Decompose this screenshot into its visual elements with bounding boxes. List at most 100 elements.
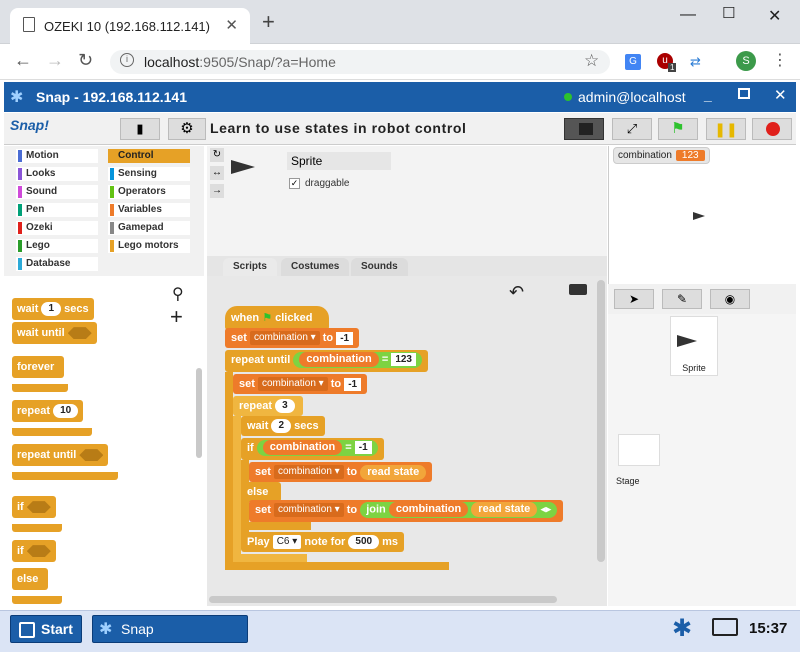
add-block-icon[interactable]: + xyxy=(170,304,183,330)
scripts-area[interactable]: ↶ when ⚑ clicked set combination ▾ to -1… xyxy=(207,276,607,606)
tab-costumes[interactable]: Costumes xyxy=(281,258,350,276)
category-gamepad[interactable]: Gamepad xyxy=(108,221,190,235)
category-sensing[interactable]: Sensing xyxy=(108,167,190,181)
palette-scrollbar[interactable] xyxy=(196,368,202,458)
palette-forever-block[interactable]: forever xyxy=(12,356,64,378)
play-note-block[interactable]: Play C6 ▾ note for 500 ms xyxy=(241,532,405,552)
paint-brush-icon[interactable]: ✎ xyxy=(662,289,702,309)
maximize-icon[interactable]: ☐ xyxy=(722,4,735,22)
info-icon[interactable]: i xyxy=(120,53,134,67)
search-icon[interactable]: ⚲ xyxy=(172,284,184,304)
snap-logo[interactable]: Snap! xyxy=(10,117,49,133)
online-status-icon xyxy=(564,93,572,101)
profile-avatar[interactable]: S xyxy=(736,51,756,71)
keyboard-icon[interactable] xyxy=(569,284,587,295)
category-sound[interactable]: Sound xyxy=(16,185,98,199)
category-operators[interactable]: Operators xyxy=(108,185,190,199)
minimize-icon[interactable]: — xyxy=(680,6,696,24)
pause-button[interactable]: ❚❚ xyxy=(706,118,746,140)
browser-tab[interactable]: OZEKI 10 (192.168.112.141) ✕ xyxy=(10,8,250,44)
category-label: Sound xyxy=(26,186,58,197)
stage-sprite-icon[interactable] xyxy=(693,212,705,220)
menu-kebab-icon[interactable]: ⋮ xyxy=(772,50,788,70)
sync-extension-icon[interactable]: ⇄ xyxy=(690,54,706,70)
settings-gear-icon[interactable]: ⚙ xyxy=(168,118,206,140)
stage-size-button[interactable] xyxy=(564,118,604,140)
monitor-tray-icon[interactable] xyxy=(712,618,738,636)
add-turtle-icon[interactable]: ➤ xyxy=(614,289,654,309)
translate-icon[interactable]: G xyxy=(625,54,641,70)
sprite-thumbnail[interactable]: Sprite xyxy=(670,316,718,376)
no-rotate-icon[interactable]: → xyxy=(210,184,224,198)
green-flag-button[interactable]: ⚑ xyxy=(658,118,698,140)
tab-scripts[interactable]: Scripts xyxy=(223,258,277,276)
palette-if-else-block[interactable]: if xyxy=(12,540,56,562)
camera-icon[interactable]: ◉ xyxy=(710,289,750,309)
category-ozeki[interactable]: Ozeki xyxy=(16,221,98,235)
when-flag-clicked-block[interactable]: when ⚑ clicked xyxy=(225,306,329,330)
palette-if-block[interactable]: if xyxy=(12,496,56,518)
palette-repeat-block[interactable]: repeat 10 xyxy=(12,400,84,422)
category-motion[interactable]: Motion xyxy=(16,149,98,163)
palette-repeat-until-block[interactable]: repeat until xyxy=(12,444,109,466)
repeat-3-block[interactable]: repeat 3 xyxy=(233,396,303,416)
stop-button[interactable] xyxy=(752,118,792,140)
bookmark-star-icon[interactable]: ☆ xyxy=(584,51,599,71)
repeat-3-bottom xyxy=(233,554,307,562)
set-combination-block-2[interactable]: set combination ▾ to -1 xyxy=(233,374,368,394)
palette-wait-block[interactable]: wait 1 secs xyxy=(12,298,94,320)
if-else-bottom xyxy=(241,522,311,530)
sprite-name-input[interactable]: Sprite xyxy=(287,152,391,170)
rotate-style-icon[interactable]: ↻ xyxy=(210,148,224,162)
tab-close-icon[interactable]: ✕ xyxy=(225,16,238,34)
snap-robot-icon: ✱ xyxy=(99,621,113,638)
window-close-icon[interactable]: ✕ xyxy=(774,86,787,104)
category-looks[interactable]: Looks xyxy=(16,167,98,181)
start-grid-icon xyxy=(19,622,35,638)
undo-icon[interactable]: ↶ xyxy=(509,282,524,303)
scripts-vertical-scrollbar[interactable] xyxy=(597,280,605,562)
fullscreen-icon[interactable]: ⤢ xyxy=(612,118,652,140)
palette-wait-until-block[interactable]: wait until xyxy=(12,322,97,344)
window-minimize-icon[interactable]: _ xyxy=(704,87,712,103)
category-variables[interactable]: Variables xyxy=(108,203,190,217)
reload-icon[interactable]: ↻ xyxy=(78,50,93,71)
wait-2-secs-block[interactable]: wait 2 secs xyxy=(241,416,325,436)
category-control[interactable]: Control xyxy=(108,149,190,163)
new-tab-icon[interactable]: + xyxy=(262,11,275,33)
category-label: Ozeki xyxy=(26,222,53,233)
category-database[interactable]: Database xyxy=(16,257,98,271)
back-icon[interactable]: ← xyxy=(14,50,32,71)
set-read-state-block[interactable]: set combination ▾ to read state xyxy=(249,462,433,482)
forward-icon[interactable]: → xyxy=(46,50,64,71)
category-lego[interactable]: Lego xyxy=(16,239,98,253)
category-label: Control xyxy=(118,150,154,161)
repeat-until-block[interactable]: repeat until combination = 123 xyxy=(225,350,428,372)
corral-toolbar: ➤ ✎ ◉ xyxy=(608,284,796,314)
stage-thumbnail[interactable] xyxy=(618,434,660,466)
file-menu-icon[interactable]: ▮ xyxy=(120,118,160,140)
category-pen[interactable]: Pen xyxy=(16,203,98,217)
robot-tray-icon[interactable]: ✱ xyxy=(672,614,692,643)
category-color-swatch xyxy=(18,258,22,270)
window-maximize-icon[interactable] xyxy=(738,88,750,99)
flip-style-icon[interactable]: ↔ xyxy=(210,166,224,180)
stage[interactable] xyxy=(608,146,796,284)
variable-watcher[interactable]: combination 123 xyxy=(613,147,710,164)
set-combination-block-1[interactable]: set combination ▾ to -1 xyxy=(225,328,360,348)
start-button[interactable]: Start xyxy=(10,615,82,643)
if-else-block[interactable]: if combination = -1 xyxy=(241,438,384,460)
category-color-swatch xyxy=(110,204,114,216)
url-input[interactable]: i localhost:9505/Snap/?a=Home xyxy=(110,50,610,74)
category-color-swatch xyxy=(18,204,22,216)
tab-sounds[interactable]: Sounds xyxy=(351,258,408,276)
user-name: admin@localhost xyxy=(578,89,686,105)
scripts-horizontal-scrollbar[interactable] xyxy=(209,596,557,603)
set-join-block[interactable]: set combination ▾ to join combination re… xyxy=(249,500,564,522)
category-lego-motors[interactable]: Lego motors xyxy=(108,239,190,253)
draggable-checkbox[interactable]: ✓ xyxy=(289,178,300,189)
close-window-icon[interactable]: ✕ xyxy=(768,6,781,26)
category-label: Gamepad xyxy=(118,222,164,233)
palette-else-label: else xyxy=(12,568,48,590)
snap-taskbar-button[interactable]: ✱ Snap xyxy=(92,615,248,643)
